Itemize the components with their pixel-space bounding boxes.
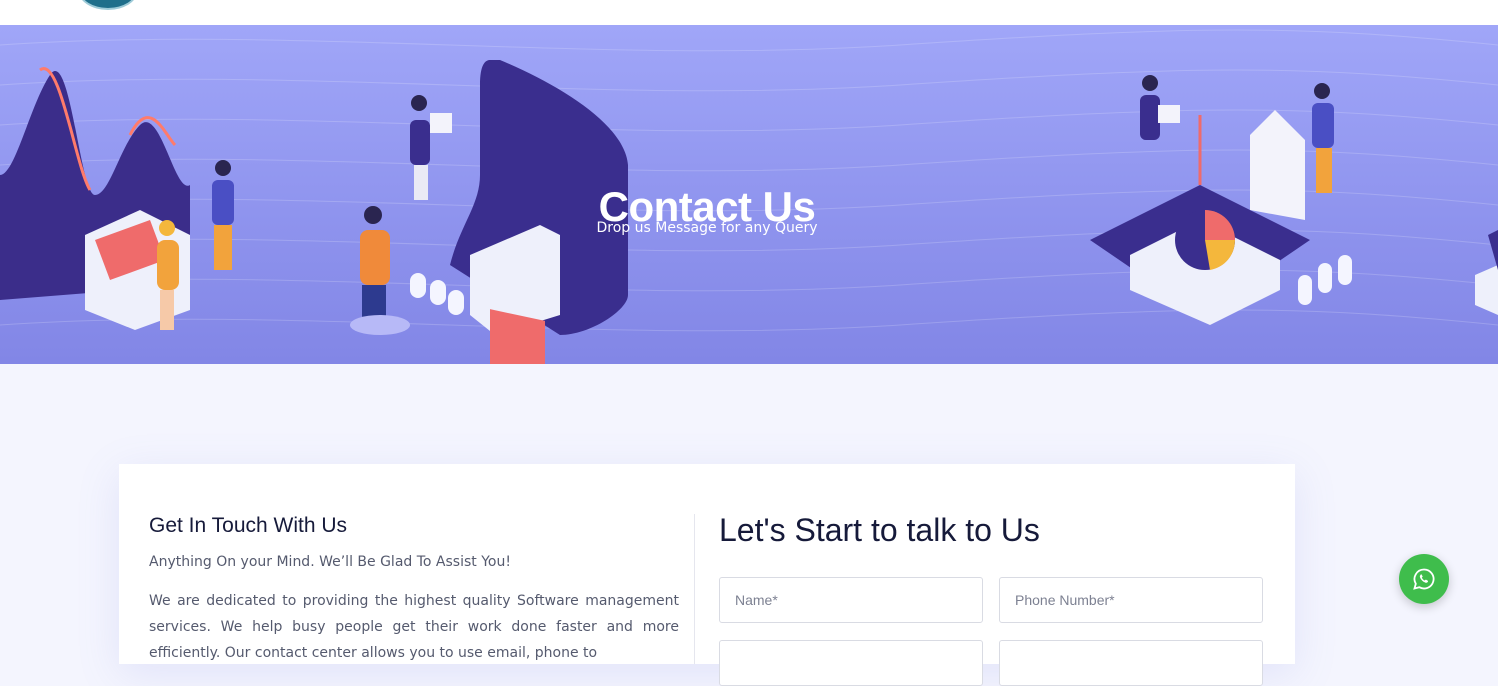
- whatsapp-icon: [1413, 568, 1435, 590]
- phone-input[interactable]: [999, 577, 1263, 623]
- email-input[interactable]: [719, 640, 983, 686]
- page-subtitle: Drop us Message for any Query: [596, 220, 818, 236]
- site-logo[interactable]: [78, 0, 138, 10]
- whatsapp-button[interactable]: [1399, 554, 1449, 604]
- get-in-touch-heading: Get In Touch With Us: [149, 514, 348, 537]
- contact-card: Get In Touch With Us Anything On your Mi…: [119, 464, 1295, 686]
- subject-input[interactable]: [999, 640, 1263, 686]
- contact-form-heading: Let's Start to talk to Us: [719, 512, 1040, 548]
- get-in-touch-description: We are dedicated to providing the highes…: [149, 593, 679, 661]
- hero-banner: Contact Us Drop us Message for any Query: [0, 25, 1498, 364]
- card-divider: [694, 514, 695, 664]
- site-header: [0, 0, 1498, 25]
- name-input[interactable]: [719, 577, 983, 623]
- get-in-touch-subheading: Anything On your Mind. We’ll Be Glad To …: [149, 554, 511, 570]
